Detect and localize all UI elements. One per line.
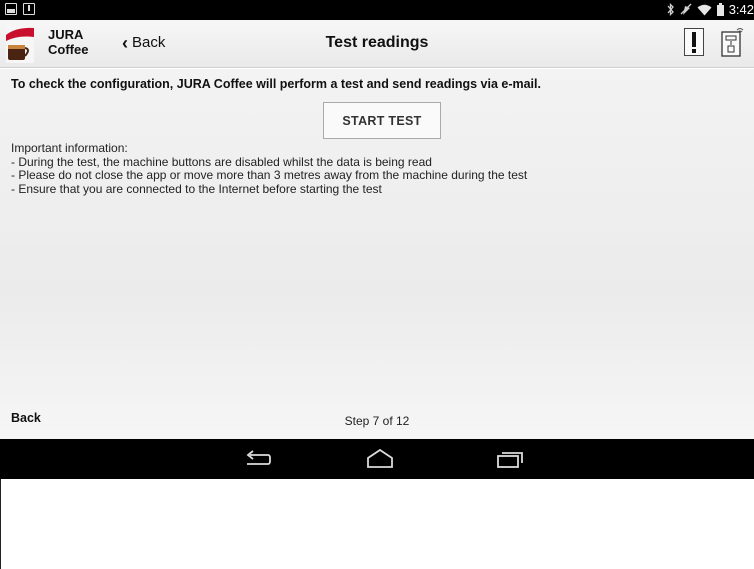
info-heading: Important information: (11, 141, 128, 155)
start-test-button[interactable]: START TEST (323, 102, 441, 139)
app-header: JURA Coffee ‹ Back Test readings (0, 20, 754, 68)
mute-icon (680, 3, 692, 15)
exclamation-icon[interactable] (684, 28, 704, 56)
blank-area (0, 479, 754, 569)
step-indicator: Step 7 of 12 (344, 414, 410, 428)
main-content: To check the configuration, JURA Coffee … (0, 69, 754, 439)
intro-text: To check the configuration, JURA Coffee … (11, 77, 541, 91)
recent-apps-icon[interactable] (493, 447, 525, 471)
page-title: Test readings (325, 34, 429, 51)
bluetooth-icon (667, 3, 674, 16)
coffee-machine-icon[interactable] (719, 26, 745, 58)
wifi-icon (697, 4, 712, 15)
info-line: - Please do not close the app or move mo… (11, 168, 528, 182)
battery-icon (716, 3, 724, 16)
navigation-bar (0, 439, 754, 479)
info-line: - Ensure that you are connected to the I… (11, 181, 382, 196)
status-time: 3:42 (728, 2, 754, 17)
image-icon (5, 3, 17, 15)
status-bar-right: 3:42 (666, 2, 754, 17)
status-bar: 3:42 (0, 0, 754, 20)
home-icon[interactable] (364, 447, 396, 471)
info-line: - During the test, the machine buttons a… (11, 154, 432, 169)
important-information: Important information: - During the test… (11, 141, 528, 196)
back-icon[interactable] (241, 447, 273, 471)
status-bar-left (5, 3, 35, 15)
download-icon (23, 3, 35, 15)
